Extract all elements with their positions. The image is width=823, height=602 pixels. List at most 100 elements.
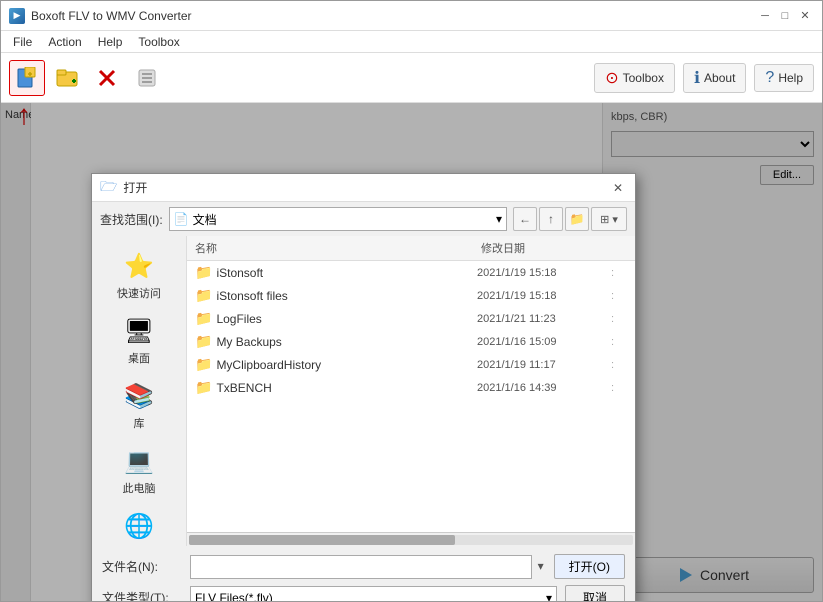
- nav-back-button[interactable]: ←: [513, 207, 537, 231]
- open-button[interactable]: 打开(O): [554, 554, 625, 579]
- settings-button[interactable]: [129, 60, 165, 96]
- toolbar-right: ⊙ Toolbox ℹ About ? Help: [594, 63, 814, 93]
- file-extra: :: [611, 359, 627, 371]
- nav-up-button[interactable]: ↑: [539, 207, 563, 231]
- menu-toolbox[interactable]: Toolbox: [130, 33, 187, 51]
- dialog-title-icon: 🗁: [100, 176, 117, 200]
- folder-icon: 📁: [195, 356, 212, 373]
- toolbox-label: Toolbox: [623, 71, 664, 85]
- file-name: iStonsoft files: [216, 289, 473, 303]
- scrollbar-track: [189, 535, 633, 545]
- file-date: 2021/1/16 14:39: [477, 382, 607, 394]
- file-name: MyClipboardHistory: [216, 358, 473, 372]
- computer-icon: 💻: [124, 447, 154, 476]
- folder-icon: 📁: [195, 287, 212, 304]
- nav-view-button[interactable]: ⊞ ▾: [591, 207, 627, 231]
- delete-button[interactable]: [89, 60, 125, 96]
- file-row[interactable]: 📁 LogFiles 2021/1/21 11:23 :: [187, 307, 635, 330]
- file-row[interactable]: 📁 iStonsoft 2021/1/19 15:18 :: [187, 261, 635, 284]
- dialog-nav-buttons: ← ↑ 📁 ⊞ ▾: [513, 207, 627, 231]
- horizontal-scrollbar[interactable]: [187, 532, 635, 546]
- close-button[interactable]: ✕: [796, 7, 814, 25]
- dialog-toolbar: 查找范围(I): 📄 文档 ▾ ← ↑ 📁 ⊞ ▾: [92, 202, 635, 236]
- dialog-close-button[interactable]: ✕: [609, 179, 627, 197]
- filetype-select[interactable]: FLV Files(*.flv) ▾: [190, 586, 557, 602]
- title-bar-controls: ─ □ ✕: [756, 7, 814, 25]
- file-browser-header: 名称 修改日期: [187, 236, 635, 261]
- file-date: 2021/1/16 15:09: [477, 336, 607, 348]
- filename-row: 文件名(N): ▾ 打开(O): [102, 554, 625, 579]
- file-row[interactable]: 📁 My Backups 2021/1/16 15:09 :: [187, 330, 635, 353]
- main-window: ▶ Boxoft FLV to WMV Converter ─ □ ✕ File…: [0, 0, 823, 602]
- file-extra: :: [611, 290, 627, 302]
- dialog-title-bar: 🗁 打开 ✕: [92, 174, 635, 202]
- file-extra: :: [611, 336, 627, 348]
- filetype-label: 文件类型(T):: [102, 589, 182, 601]
- desktop-label: 桌面: [128, 350, 150, 366]
- cancel-button[interactable]: 取消: [565, 585, 625, 601]
- filename-label: 文件名(N):: [102, 558, 182, 575]
- dialog-title: 打开: [123, 179, 147, 196]
- dialog-backdrop: 🗁 打开 ✕ 查找范围(I): 📄 文档 ▾: [1, 103, 822, 601]
- dialog-location-select[interactable]: 📄 文档 ▾: [169, 207, 507, 231]
- help-label: Help: [778, 71, 803, 85]
- app-icon: ▶: [9, 8, 25, 24]
- maximize-button[interactable]: □: [776, 7, 794, 25]
- filename-input[interactable]: [190, 555, 532, 579]
- file-date: 2021/1/19 11:17: [477, 359, 607, 371]
- filetype-dropdown-icon: ▾: [546, 591, 552, 602]
- file-row[interactable]: 📁 iStonsoft files 2021/1/19 15:18 :: [187, 284, 635, 307]
- add-folder-icon: [56, 67, 78, 89]
- file-date: 2021/1/19 15:18: [477, 267, 607, 279]
- file-col-extra-header: [611, 240, 627, 256]
- folder-icon: 📁: [195, 310, 212, 327]
- sidebar-item-library[interactable]: 📚 库: [92, 374, 186, 439]
- add-folder-button[interactable]: [49, 60, 85, 96]
- file-browser: 名称 修改日期 📁 iStonsoft 2021/1/19 15:18 : 📁 …: [187, 236, 635, 546]
- file-extra: :: [611, 267, 627, 279]
- file-browser-scroll[interactable]: 📁 iStonsoft 2021/1/19 15:18 : 📁 iStonsof…: [187, 261, 635, 532]
- file-date: 2021/1/19 15:18: [477, 290, 607, 302]
- filetype-value: FLV Files(*.flv): [195, 591, 273, 602]
- toolbox-icon: ⊙: [605, 68, 618, 88]
- file-row[interactable]: 📁 MyClipboardHistory 2021/1/19 11:17 :: [187, 353, 635, 376]
- file-name: iStonsoft: [216, 266, 473, 280]
- scrollbar-thumb: [189, 535, 455, 545]
- network-icon: 🌐: [124, 512, 154, 541]
- help-button[interactable]: ? Help: [754, 64, 814, 92]
- nav-new-folder-button[interactable]: 📁: [565, 207, 589, 231]
- toolbox-button[interactable]: ⊙ Toolbox: [594, 63, 675, 93]
- desktop-icon: 🖥: [124, 317, 154, 346]
- main-content: Name kbps, CBR) Edit... Convert 🗁: [1, 103, 822, 601]
- file-col-name-header: 名称: [195, 240, 481, 256]
- library-label: 库: [134, 415, 145, 431]
- sidebar-item-computer[interactable]: 💻 此电脑: [92, 439, 186, 504]
- file-date: 2021/1/21 11:23: [477, 313, 607, 325]
- menu-bar: File Action Help Toolbox: [1, 31, 822, 53]
- menu-help[interactable]: Help: [90, 33, 131, 51]
- file-name: LogFiles: [216, 312, 473, 326]
- about-label: About: [704, 71, 735, 85]
- file-name: TxBENCH: [216, 381, 473, 395]
- sidebar-item-desktop[interactable]: 🖥 桌面: [92, 309, 186, 374]
- sidebar-item-quick-access[interactable]: ⭐ 快速访问: [92, 244, 186, 309]
- settings-icon: [136, 67, 158, 89]
- title-bar-left: ▶ Boxoft FLV to WMV Converter: [9, 8, 192, 24]
- minimize-button[interactable]: ─: [756, 7, 774, 25]
- menu-action[interactable]: Action: [40, 33, 89, 51]
- library-icon: 📚: [124, 382, 154, 411]
- quick-access-label: 快速访问: [117, 285, 161, 301]
- dialog-sidebar: ⭐ 快速访问 🖥 桌面 📚 库 💻 此电脑: [92, 236, 187, 546]
- file-name: My Backups: [216, 335, 473, 349]
- about-button[interactable]: ℹ About: [683, 63, 746, 93]
- menu-file[interactable]: File: [5, 33, 40, 51]
- help-icon: ?: [765, 69, 774, 87]
- file-open-dialog: 🗁 打开 ✕ 查找范围(I): 📄 文档 ▾: [91, 173, 636, 601]
- filename-input-dropdown: ▾: [538, 559, 544, 573]
- filetype-row: 文件类型(T): FLV Files(*.flv) ▾ 取消: [102, 585, 625, 601]
- dialog-footer: 文件名(N): ▾ 打开(O) 文件类型(T): FLV Files(*.flv…: [92, 546, 635, 601]
- dialog-toolbar-label: 查找范围(I):: [100, 211, 163, 228]
- add-file-button[interactable]: [9, 60, 45, 96]
- dialog-location-text: 文档: [193, 211, 217, 228]
- file-row[interactable]: 📁 TxBENCH 2021/1/16 14:39 :: [187, 376, 635, 399]
